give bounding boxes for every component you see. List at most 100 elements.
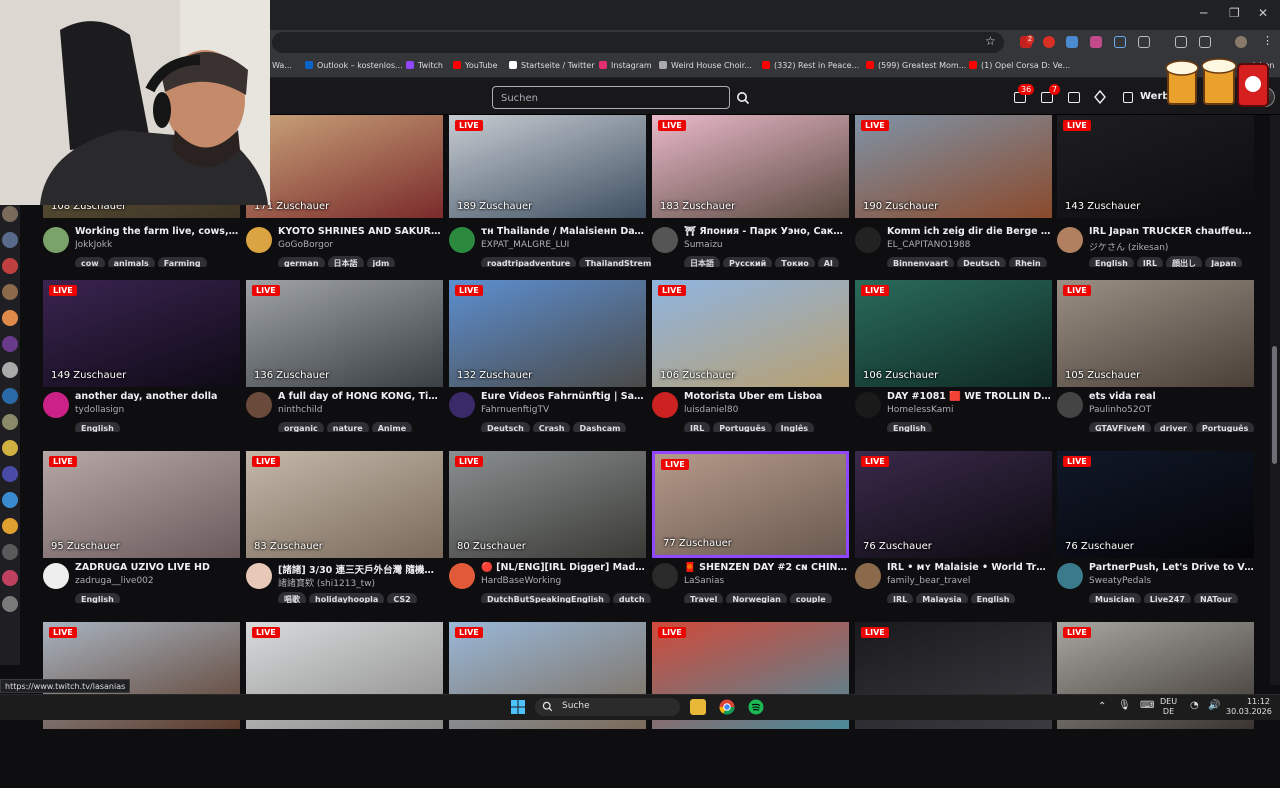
bookmark-star-icon[interactable]: ☆ xyxy=(985,34,996,48)
stream-card[interactable]: LIVE 149 Zuschauer another day, another do… xyxy=(43,280,240,446)
profile-avatar-icon[interactable] xyxy=(1235,36,1247,48)
browser-menu-icon[interactable]: ⋮ xyxy=(1262,34,1273,47)
stream-title[interactable]: Working the farm live, cows, shee... xyxy=(75,226,240,237)
stream-title[interactable]: ⛩ Япония - Парк Уэно, Сакура, ... xyxy=(684,226,849,237)
channel-avatar[interactable] xyxy=(855,227,881,253)
stream-tag[interactable]: 顔出し xyxy=(1166,256,1203,267)
stream-tag[interactable]: Crash xyxy=(532,422,571,432)
search-input[interactable]: Suchen xyxy=(492,86,730,109)
sidebar-channel-avatar[interactable] xyxy=(2,440,18,456)
channel-name[interactable]: JokkJokk xyxy=(75,240,240,250)
stream-card[interactable]: LIVE 83 Zuschauer [諸諸] 3/30 連三天戶外台灣 隨機了...… xyxy=(246,451,443,617)
stream-card[interactable]: LIVE 105 Zuschauer ets vida real Paulinho52… xyxy=(1057,280,1255,446)
channel-avatar[interactable] xyxy=(855,392,881,418)
stream-tag[interactable]: couple xyxy=(789,593,832,603)
language-indicator[interactable]: DEU DE xyxy=(1160,697,1177,717)
stream-thumbnail[interactable]: LIVE 183 Zuschauer xyxy=(652,115,849,218)
stream-card[interactable]: LIVE 76 Zuschauer PartnerPush, Let's Drive… xyxy=(1057,451,1254,617)
stream-tag[interactable]: dutch xyxy=(612,593,651,603)
stream-tag[interactable]: English xyxy=(1089,257,1134,267)
bookmark-item[interactable]: (1) Opel Corsa D: Ve... xyxy=(969,61,1070,70)
stream-tag[interactable]: English xyxy=(887,422,932,432)
sidebar-channel-avatar[interactable] xyxy=(2,596,18,612)
stream-tag[interactable]: Русский xyxy=(723,257,773,267)
stream-tag[interactable]: English xyxy=(75,593,120,603)
stream-thumbnail[interactable]: LIVE 76 Zuschauer xyxy=(855,451,1052,558)
stream-tag[interactable]: Norwegian xyxy=(726,593,787,603)
file-explorer-icon[interactable] xyxy=(690,699,706,715)
channel-avatar[interactable] xyxy=(449,227,475,253)
stream-card[interactable]: LIVE 76 Zuschauer IRL • ᴍʏ Malaisie • Worl… xyxy=(855,451,1052,617)
channel-avatar[interactable] xyxy=(1057,563,1083,589)
sidebar-channel-avatar[interactable] xyxy=(2,414,18,430)
stream-card[interactable]: LIVE 189 Zuschauer τн Thailande / Malaisie… xyxy=(449,115,651,281)
channel-avatar[interactable] xyxy=(246,392,272,418)
bookmark-item[interactable]: (599) Greatest Mom... xyxy=(866,61,966,70)
stream-tag[interactable]: AI xyxy=(817,257,839,267)
channel-avatar[interactable] xyxy=(1057,227,1083,253)
extension-icon-2[interactable] xyxy=(1043,36,1055,48)
stream-card[interactable]: 171 Zuschauer KYOTO SHRINES AND SAKURA | … xyxy=(246,115,443,281)
stream-thumbnail[interactable]: LIVE 76 Zuschauer xyxy=(1057,451,1254,558)
stream-tag[interactable]: Anime xyxy=(371,422,413,432)
channel-avatar[interactable] xyxy=(43,392,69,418)
stream-tag[interactable]: Live247 xyxy=(1143,593,1191,603)
stream-card[interactable]: LIVE 143 Zuschauer IRL Japan TRUCKER chauf… xyxy=(1057,115,1254,281)
stream-tag[interactable]: Deutsch xyxy=(957,257,1006,267)
sidebar-channel-avatar[interactable] xyxy=(2,570,18,586)
channel-name[interactable]: SweatyPedals xyxy=(1089,576,1254,586)
channel-name[interactable]: LaSanias xyxy=(684,576,849,586)
stream-title[interactable]: IRL Japan TRUCKER chauffeur de ... xyxy=(1089,226,1254,237)
channel-name[interactable]: family_bear_travel xyxy=(887,576,1052,586)
channel-avatar[interactable] xyxy=(855,563,881,589)
stream-tag[interactable]: roadtripadventure xyxy=(481,257,577,267)
channel-name[interactable]: HomelessKami xyxy=(887,405,1052,415)
sidebar-channel-avatar[interactable] xyxy=(2,492,18,508)
stream-tag[interactable]: nature xyxy=(326,422,369,432)
sidebar-channel-avatar[interactable] xyxy=(2,206,18,222)
stream-title[interactable]: Komm ich zeig dir die Berge // !me... xyxy=(887,226,1052,237)
ad-free-icon[interactable] xyxy=(1123,92,1133,103)
sidebar-channel-avatar[interactable] xyxy=(2,336,18,352)
stream-tag[interactable]: organic xyxy=(278,422,324,432)
sidebar-channel-avatar[interactable] xyxy=(2,362,18,378)
stream-title[interactable]: another day, another dolla xyxy=(75,391,240,402)
channel-avatar[interactable] xyxy=(449,392,475,418)
channel-avatar[interactable] xyxy=(246,227,272,253)
chrome-icon[interactable] xyxy=(719,699,735,715)
channel-avatar[interactable] xyxy=(1057,392,1083,418)
stream-tag[interactable]: DutchButSpeakingEnglish xyxy=(481,593,610,603)
stream-tag[interactable]: Musician xyxy=(1089,593,1141,603)
stream-thumbnail[interactable]: LIVE 80 Zuschauer xyxy=(449,451,646,558)
channel-name[interactable]: EL_CAPITANO1988 xyxy=(887,240,1052,250)
channel-name[interactable]: HardBaseWorking xyxy=(481,576,646,586)
stream-card[interactable]: LIVE 95 Zuschauer ZADRUGA UZIVO LIVE HD zad… xyxy=(43,451,240,617)
stream-card[interactable]: LIVE 136 Zuschauer A full day of HONG KONG… xyxy=(246,280,443,446)
channel-avatar[interactable] xyxy=(652,392,678,418)
address-bar[interactable] xyxy=(272,32,1004,53)
channel-name[interactable]: Paulinho52OT xyxy=(1089,405,1254,415)
stream-tag[interactable]: jdm xyxy=(366,257,396,267)
volume-icon[interactable]: 🔊 xyxy=(1208,701,1220,711)
sidebar-channel-avatar[interactable] xyxy=(2,310,18,326)
bookmark-item[interactable]: (332) Rest in Peace... xyxy=(762,61,859,70)
stream-title[interactable]: Eure Videos Fahrnünftig | Sascha ... xyxy=(481,391,646,402)
stream-title[interactable]: A full day of HONG KONG, TianTia... xyxy=(278,391,443,402)
sidebar-channel-avatar[interactable] xyxy=(2,388,18,404)
sidebar-channel-avatar[interactable] xyxy=(2,258,18,274)
maximize-icon[interactable]: ❐ xyxy=(1229,6,1240,20)
stream-thumbnail[interactable]: LIVE 143 Zuschauer xyxy=(1057,115,1254,218)
stream-thumbnail[interactable]: LIVE 189 Zuschauer xyxy=(449,115,646,218)
stream-tag[interactable]: Malaysia xyxy=(916,593,968,603)
chat-bubble-icon[interactable] xyxy=(1068,92,1080,103)
stream-tag[interactable]: Japan xyxy=(1205,257,1243,267)
stream-title[interactable]: Motorista Uber em Lisboa xyxy=(684,391,849,402)
stream-title[interactable]: PartnerPush, Let's Drive to Vegas ... xyxy=(1089,562,1254,573)
stream-thumbnail[interactable]: 171 Zuschauer xyxy=(246,115,443,218)
stream-thumbnail[interactable]: LIVE 136 Zuschauer xyxy=(246,280,443,387)
stream-title[interactable]: 🧧 SHENZEN DAY #2 cɴ CHINA IRL... xyxy=(684,562,849,573)
stream-tag[interactable]: English xyxy=(970,593,1016,603)
extensions-puzzle-icon[interactable] xyxy=(1138,36,1150,48)
stream-tag[interactable]: Binnenvaart xyxy=(887,257,955,267)
stream-card[interactable]: LIVE 106 Zuschauer DAY #1081 🟥 WE TROLLIN … xyxy=(855,280,1052,446)
